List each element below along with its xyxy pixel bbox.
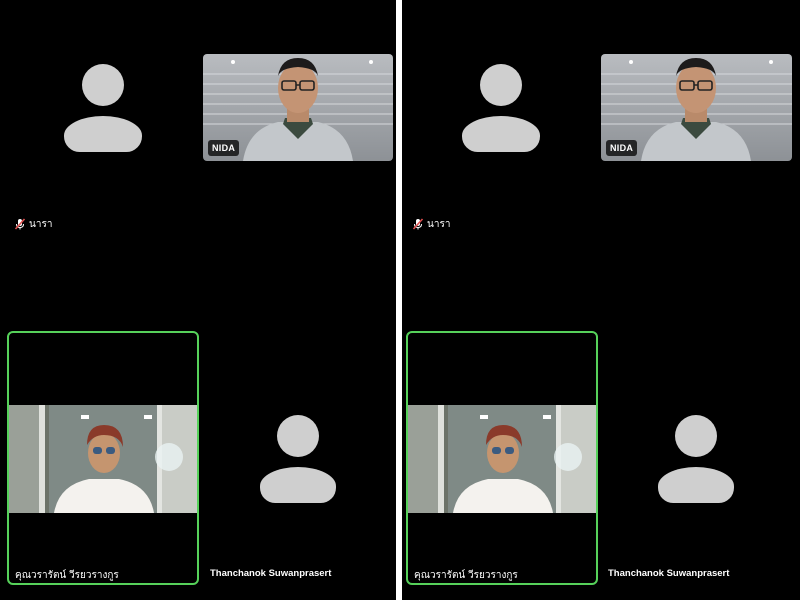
participant-video-nida[interactable]: NIDA	[203, 54, 393, 161]
meeting-view-right: นารา NIDA คุณวรารัตน์ วีรยวรางกูร Thanch…	[402, 0, 800, 600]
participant-video-warrarat	[9, 405, 197, 513]
avatar-placeholder-icon	[260, 415, 336, 503]
avatar-placeholder-icon	[64, 64, 142, 152]
participant-tile-nara[interactable]: นารา	[402, 0, 602, 240]
participant-name-warrarat: คุณวรารัตน์ วีรยวรางกูร	[414, 570, 518, 581]
meeting-view-left: นารา NIDA คุณวรารัตน์ วีรยวรางกูร Thanch…	[0, 0, 396, 600]
participant-video-warrarat	[408, 405, 596, 513]
muted-mic-icon	[14, 218, 26, 230]
video-name-label: NIDA	[208, 140, 240, 156]
avatar-placeholder-icon	[658, 415, 734, 503]
muted-mic-icon	[412, 218, 424, 230]
participant-name-nara: นารา	[14, 217, 52, 232]
active-speaker-frame[interactable]: คุณวรารัตน์ วีรยวรางกูร	[406, 331, 598, 585]
video-frame	[408, 405, 596, 513]
participant-video-nida[interactable]: NIDA	[601, 54, 792, 161]
participant-name-nara: นารา	[412, 217, 450, 232]
participant-name-thanchanok: Thanchanok Suwanprasert	[608, 568, 730, 579]
active-speaker-frame[interactable]: คุณวรารัตน์ วีรยวรางกูร	[7, 331, 199, 585]
avatar-placeholder-icon	[462, 64, 540, 152]
participant-name-warrarat: คุณวรารัตน์ วีรยวรางกูร	[15, 570, 119, 581]
participant-name-thanchanok: Thanchanok Suwanprasert	[210, 568, 332, 579]
video-name-label: NIDA	[606, 140, 638, 156]
participant-tile-thanchanok[interactable]: Thanchanok Suwanprasert	[200, 331, 396, 585]
participant-tile-nara[interactable]: นารา	[0, 0, 200, 240]
participant-tile-thanchanok[interactable]: Thanchanok Suwanprasert	[600, 331, 798, 585]
video-frame	[9, 405, 197, 513]
